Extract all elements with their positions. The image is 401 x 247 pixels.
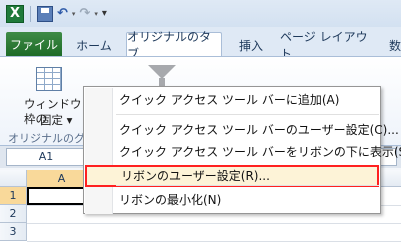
name-box[interactable]: A1	[6, 148, 86, 166]
ribbon-tab-bar: ファイル ホーム オリジナルのタブ 挿入 ページ レイアウト 数	[0, 27, 401, 61]
freeze-panes-icon[interactable]	[36, 67, 62, 91]
tab-home[interactable]: ホーム	[68, 33, 120, 57]
menu-item-show-qat-below-ribbon[interactable]: クイック アクセス ツール バーをリボンの下に表示(S)	[85, 141, 401, 163]
row-header-1[interactable]: 1	[0, 187, 27, 205]
filter-icon[interactable]	[148, 65, 176, 79]
menu-item-add-to-qat[interactable]: クイック アクセス ツール バーに追加(A)	[85, 89, 379, 111]
menu-separator	[116, 185, 379, 186]
quick-access-toolbar: X ↶ ▾ ↷ ▾ ▾	[0, 0, 401, 27]
toolbar-divider	[30, 5, 31, 22]
undo-icon[interactable]: ↶	[57, 6, 68, 22]
tab-page-layout[interactable]: ページ レイアウト	[280, 30, 376, 61]
tab-formulas[interactable]: 数	[380, 33, 401, 57]
tab-original[interactable]: オリジナルのタブ	[126, 30, 222, 61]
save-icon[interactable]	[37, 5, 53, 22]
gridline	[27, 241, 401, 242]
excel-app-icon[interactable]: X	[6, 4, 24, 23]
menu-item-customize-qat[interactable]: クイック アクセス ツール バーのユーザー設定(C)...	[85, 119, 399, 141]
context-menu: クイック アクセス ツール バーに追加(A) クイック アクセス ツール バーの…	[83, 86, 401, 214]
undo-dropdown-icon[interactable]: ▾	[72, 10, 76, 18]
menu-separator	[116, 114, 379, 115]
menu-item-customize-ribbon[interactable]: リボンのユーザー設定(R)...	[85, 165, 379, 187]
tab-insert[interactable]: 挿入	[230, 33, 272, 57]
select-all-corner[interactable]	[0, 170, 27, 187]
redo-icon[interactable]: ↷	[79, 6, 90, 22]
gridline	[27, 223, 401, 224]
redo-dropdown-icon[interactable]: ▾	[94, 10, 98, 18]
tab-file[interactable]: ファイル	[6, 32, 62, 57]
customize-qat-dropdown-icon[interactable]: ▾	[102, 6, 107, 22]
menu-item-minimize-ribbon[interactable]: リボンの最小化(N)	[85, 189, 379, 211]
row-header-3[interactable]: 3	[0, 223, 27, 241]
freeze-panes-label-2[interactable]: 固定 ▾	[40, 112, 72, 128]
row-header-2[interactable]: 2	[0, 205, 27, 223]
